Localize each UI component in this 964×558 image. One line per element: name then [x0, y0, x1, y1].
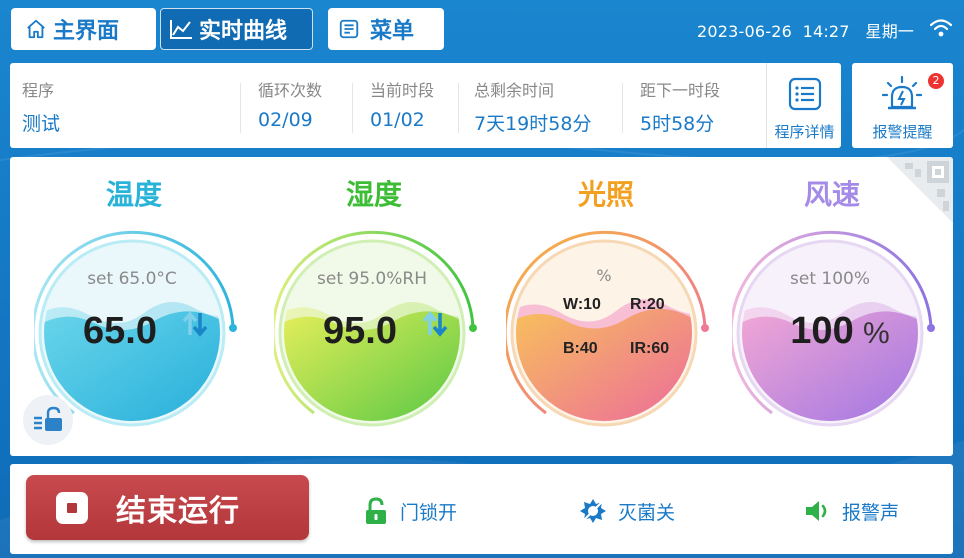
- remaining-time-label: 总剩余时间: [474, 81, 555, 100]
- humidity-value: 95.0: [323, 310, 397, 352]
- sterilize-icon: [580, 499, 606, 523]
- home-tab-label: 主界面: [53, 19, 120, 44]
- program-info-bar: 程序 测试 循环次数 02/09 当前时段 01/02 总剩余时间 7天19时5…: [10, 63, 841, 148]
- wind-unit: %: [863, 317, 890, 350]
- list-icon: [788, 77, 822, 111]
- menu-icon: [339, 19, 359, 39]
- cycle-value: 02/09: [258, 109, 313, 131]
- wind-setpoint: set 100%: [790, 269, 870, 289]
- program-label: 程序: [22, 81, 55, 100]
- divider: [352, 83, 353, 133]
- wind-value: 100: [790, 310, 853, 352]
- home-tab[interactable]: 主界面: [11, 8, 156, 50]
- divider: [240, 83, 241, 133]
- cycle-label: 循环次数: [258, 81, 323, 100]
- temperature-value: 65.0: [83, 310, 157, 352]
- door-lock-toggle[interactable]: 门锁开: [360, 496, 457, 526]
- light-gauge[interactable]: % W:10 R:20 B:40 IR:60: [506, 223, 716, 453]
- alarm-light-icon: [882, 75, 922, 110]
- qr-code-icon[interactable]: [887, 157, 953, 223]
- light-red-value: R:20: [630, 296, 665, 313]
- light-blue-value: B:40: [563, 340, 598, 357]
- door-lock-label: 门锁开: [400, 501, 458, 524]
- alarm-count-badge: 2: [928, 73, 944, 89]
- divider: [622, 83, 623, 133]
- humidity-gauge[interactable]: set 95.0%RH 95.0: [274, 223, 484, 453]
- date-text: 2023-06-26: [697, 22, 792, 41]
- temperature-setpoint: set 65.0°C: [87, 269, 177, 289]
- top-bar: 主界面 实时曲线 菜单 2023-06-26 14:27 星期一: [0, 0, 964, 58]
- stop-run-button[interactable]: 结束运行: [26, 475, 309, 540]
- menu-button-label: 菜单: [370, 19, 415, 44]
- line-chart-icon: [170, 20, 192, 39]
- control-bar: 结束运行 门锁开 灭菌关 报警声: [10, 464, 953, 554]
- stop-run-label: 结束运行: [116, 493, 240, 529]
- humidity-title: 湿度: [345, 178, 402, 211]
- datetime: 2023-06-26 14:27 星期一: [697, 18, 914, 42]
- screen-lock-icon[interactable]: [23, 395, 73, 445]
- wifi-icon: [930, 19, 952, 37]
- next-segment-label: 距下一时段: [640, 81, 721, 100]
- wind-title: 风速: [803, 178, 860, 211]
- alarm-sound-toggle[interactable]: 报警声: [802, 496, 899, 526]
- stop-icon: [56, 491, 88, 524]
- light-ir-value: IR:60: [630, 340, 669, 357]
- humidity-setpoint: set 95.0%RH: [317, 269, 427, 289]
- light-title: 光照: [577, 178, 634, 211]
- time-text: 14:27: [802, 22, 850, 41]
- realtime-curve-tab-label: 实时曲线: [199, 19, 288, 44]
- speaker-icon: [806, 501, 827, 521]
- wind-gauge[interactable]: set 100% 100 %: [732, 223, 942, 453]
- temperature-title: 温度: [105, 178, 162, 211]
- home-icon: [27, 19, 45, 39]
- weekday-text: 星期一: [865, 22, 915, 41]
- program-detail-button[interactable]: 程序详情: [766, 63, 842, 148]
- sterilize-toggle[interactable]: 灭菌关: [578, 496, 675, 526]
- light-white-value: W:10: [563, 296, 601, 313]
- alarm-reminder-button[interactable]: 2 报警提醒: [852, 63, 953, 148]
- alarm-sound-label: 报警声: [842, 501, 900, 524]
- menu-button[interactable]: 菜单: [328, 8, 444, 50]
- alarm-reminder-label: 报警提醒: [872, 123, 933, 141]
- realtime-curve-tab[interactable]: 实时曲线: [160, 8, 313, 50]
- unlock-icon: [366, 497, 386, 524]
- divider: [458, 83, 459, 133]
- program-detail-label: 程序详情: [774, 123, 835, 141]
- program-value: 测试: [22, 113, 61, 135]
- sterilize-label: 灭菌关: [618, 501, 676, 524]
- segment-value: 01/02: [370, 109, 425, 131]
- next-segment-value: 5时58分: [640, 113, 715, 135]
- remaining-time-value: 7天19时58分: [474, 113, 592, 135]
- light-unit: %: [596, 266, 611, 285]
- segment-label: 当前时段: [370, 81, 435, 100]
- gauges-panel: 温度 set 65.0°C 65.0 湿度 set 95.0%RH 95.0 光…: [10, 157, 953, 456]
